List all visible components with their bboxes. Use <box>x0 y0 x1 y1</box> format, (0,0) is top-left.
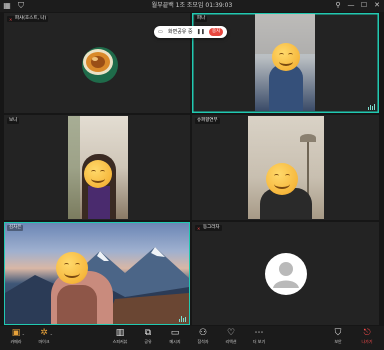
default-avatar-icon <box>265 253 307 295</box>
face-emoji-icon <box>84 160 112 188</box>
participant-name-tag: ✕ 동그라차 <box>195 225 222 231</box>
mic-muted-icon: ✕ <box>197 225 201 231</box>
mic-muted-icon: ✕ <box>9 16 13 22</box>
security-button[interactable]: ⛉ 보안 <box>325 328 351 345</box>
participants-button[interactable]: ⚇ 참석자 <box>190 328 216 345</box>
mic-label: 마이크 <box>38 339 50 344</box>
participant-name: 파샤(호스트, 나) <box>15 16 47 21</box>
participant-name: 슈퍼향연부 <box>197 118 218 123</box>
pause-icon[interactable]: ❚❚ <box>197 29 205 35</box>
screen-share-icon: ⧉ <box>144 328 152 338</box>
leave-icon: ⎋ <box>363 328 371 338</box>
audio-level-icon <box>179 316 186 322</box>
face-emoji-icon <box>266 163 298 195</box>
layout-icon: ▥ <box>115 328 125 338</box>
participant-name-tag: ✕ 파샤(호스트, 나) <box>7 16 49 22</box>
leave-label: 나가기 <box>361 339 373 344</box>
stop-share-button[interactable]: 중지 <box>208 28 224 36</box>
participant-name-tag: 슈퍼향연부 <box>195 118 220 124</box>
meeting-toolbar: ▣ 카메라 ⌄ ✲ 마이크 ⌄ ▥ 스피커뷰 ⧉ 공유 ▭ 메시지 ⚇ 참석자 … <box>0 326 384 350</box>
mic-button[interactable]: ✲ 마이크 ⌄ <box>31 328 57 345</box>
face-emoji-icon <box>56 252 88 284</box>
reaction-label: 리액션 <box>225 339 237 344</box>
participants-icon: ⚇ <box>198 328 208 338</box>
maximize-icon[interactable]: ☐ <box>360 1 368 10</box>
share-label: 공유 <box>144 339 152 344</box>
camera-label: 카메라 <box>10 339 22 344</box>
chevron-down-icon[interactable]: ⌄ <box>22 331 25 336</box>
chat-label: 메시지 <box>169 339 181 344</box>
participant-name-tag: 보니 <box>7 118 20 124</box>
participants-label: 참석자 <box>197 339 209 344</box>
share-button[interactable]: ⧉ 공유 <box>135 328 161 345</box>
reaction-icon: ♡ <box>226 328 236 338</box>
speaker-view-button[interactable]: ▥ 스피커뷰 <box>107 328 133 345</box>
leave-button[interactable]: ⎋ 나가기 <box>354 328 380 345</box>
security-icon: ⛉ <box>334 328 342 338</box>
mic-off-icon: ✲ <box>40 328 48 338</box>
reaction-button[interactable]: ♡ 리액션 <box>218 328 244 345</box>
close-icon[interactable]: ✕ <box>373 1 381 10</box>
screen-share-indicator: ▭ 화면공유 중 ❚❚ 중지 <box>154 26 228 38</box>
more-label: 더 보기 <box>252 339 266 344</box>
more-icon: ⋯ <box>254 328 264 338</box>
video-feed <box>5 223 189 324</box>
title-bar: ▦ ⛉ 월부끝백 1조 조모임 01:39:03 ⚲ — ☐ ✕ <box>0 0 384 12</box>
participant-tile[interactable]: 보니 <box>4 115 190 220</box>
participant-tile[interactable]: 슈퍼향연부 <box>192 115 379 220</box>
participant-tile[interactable]: ✕ 동그라차 <box>192 222 379 325</box>
audio-level-icon <box>368 104 375 110</box>
participant-name: 보니 <box>9 118 18 123</box>
minimize-icon[interactable]: — <box>347 1 355 10</box>
window-title: 월부끝백 1조 조모임 01:39:03 <box>151 2 233 9</box>
share-status-label: 화면공유 중 <box>168 29 193 35</box>
chevron-down-icon[interactable]: ⌄ <box>50 331 53 336</box>
chat-button[interactable]: ▭ 메시지 <box>162 328 188 345</box>
participant-name-tag: 김차은 <box>7 225 24 231</box>
participant-name: 김차은 <box>9 225 22 230</box>
monitor-icon: ▭ <box>158 28 163 35</box>
pin-icon[interactable]: ⚲ <box>334 1 342 10</box>
participant-name: 동그라차 <box>203 225 220 230</box>
camera-button[interactable]: ▣ 카메라 ⌄ <box>3 328 29 345</box>
camera-off-icon: ▣ <box>11 328 21 338</box>
participant-name-tag: 파나 <box>195 16 208 22</box>
meeting-window: ▦ ⛉ 월부끝백 1조 조모임 01:39:03 ⚲ — ☐ ✕ ✕ 파샤(호스… <box>0 0 384 350</box>
chat-icon: ▭ <box>170 328 180 338</box>
participant-name: 파나 <box>197 16 206 21</box>
face-emoji-icon <box>272 43 300 71</box>
participant-tile[interactable]: 김차은 <box>4 222 190 325</box>
security-label: 보안 <box>334 339 342 344</box>
avatar <box>82 47 118 83</box>
more-button[interactable]: ⋯ 더 보기 <box>246 328 272 345</box>
speaker-view-label: 스피커뷰 <box>112 339 128 344</box>
